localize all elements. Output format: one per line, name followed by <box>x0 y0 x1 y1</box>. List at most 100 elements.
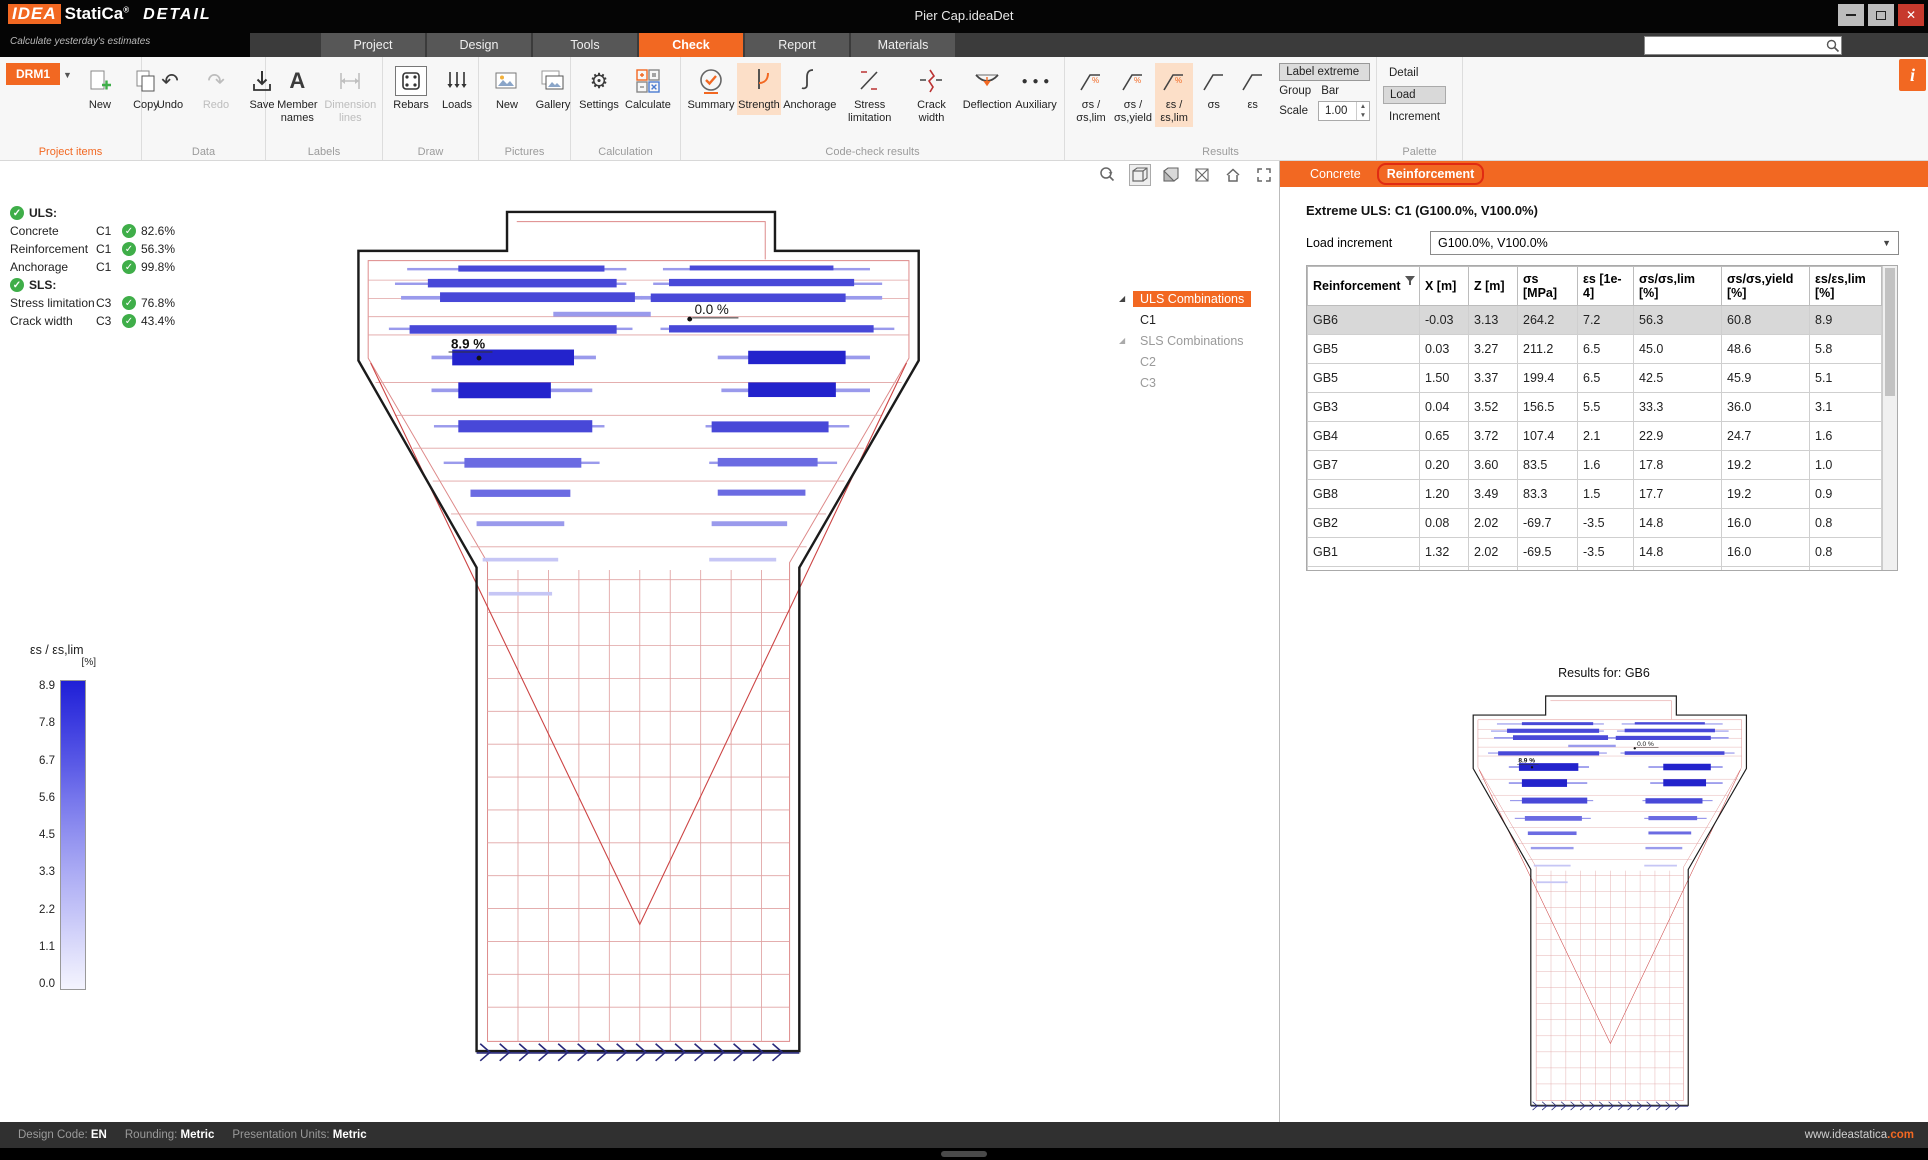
ribbon-tab[interactable]: Tools <box>533 33 637 57</box>
new-project-item-button[interactable]: New <box>78 63 122 115</box>
header-eps-lim[interactable]: εs/εs,lim [%] <box>1810 267 1882 306</box>
scale-tick-label: 7.8 <box>30 717 55 729</box>
table-row[interactable]: GB2 -0.42 3.11 -5.9 -0.3 1.3 1.4 0.1 <box>1308 567 1882 572</box>
fit-view-button[interactable] <box>1253 164 1275 186</box>
tree-item-c3[interactable]: C3 <box>1133 372 1277 393</box>
member-names-button[interactable]: A Member names <box>272 63 323 127</box>
anchorage-check-button[interactable]: Anchorage <box>783 63 837 115</box>
table-row[interactable]: GB8 1.20 3.49 83.3 1.5 17.7 19.2 0.9 <box>1308 480 1882 509</box>
sls-summary-title: ✓ SLS: <box>10 278 175 292</box>
strength-check-button[interactable]: Strength <box>737 63 781 115</box>
tree-item-c1[interactable]: C1 <box>1133 309 1277 330</box>
ribbon-tab[interactable]: Check <box>639 33 743 57</box>
table-row[interactable]: GB7 0.20 3.60 83.5 1.6 17.8 19.2 1.0 <box>1308 451 1882 480</box>
deflection-check-button[interactable]: Deflection <box>962 63 1012 115</box>
sigma-lim-button[interactable]: % σs / σs,lim <box>1071 63 1111 127</box>
close-button[interactable]: ✕ <box>1898 4 1924 26</box>
tab-reinforcement[interactable]: Reinforcement <box>1377 163 1485 185</box>
scale-stepper[interactable]: 1.00 ▲ ▼ <box>1318 101 1370 121</box>
eps-button[interactable]: εs <box>1234 63 1271 115</box>
ribbon-tab[interactable]: Design <box>427 33 531 57</box>
home-icon <box>1224 166 1242 184</box>
auxiliary-button[interactable]: ● ● ● Auxiliary <box>1014 63 1058 115</box>
color-scale-ticks: 8.97.86.75.64.53.32.21.10.0 <box>30 680 60 990</box>
scale-down-icon[interactable]: ▼ <box>1357 111 1369 120</box>
header-sigma-yield[interactable]: σs/σs,yield [%] <box>1722 267 1810 306</box>
bar-toggle[interactable]: Bar <box>1321 85 1339 97</box>
sigma-yield-button[interactable]: % σs / σs,yield <box>1113 63 1153 127</box>
rebars-button[interactable]: Rebars <box>389 63 433 115</box>
table-row[interactable]: GB2 0.08 2.02 -69.7 -3.5 14.8 16.0 0.8 <box>1308 509 1882 538</box>
eps-lim-button[interactable]: % εs / εs,lim <box>1155 63 1193 127</box>
palette-increment-option[interactable]: Increment <box>1383 109 1446 125</box>
minimize-button[interactable] <box>1838 4 1864 26</box>
load-increment-label: Load increment <box>1306 236 1430 250</box>
table-row[interactable]: GB1 1.32 2.02 -69.5 -3.5 14.8 16.0 0.8 <box>1308 538 1882 567</box>
tree-item-sls-combinations[interactable]: ◢ SLS Combinations <box>1119 330 1277 351</box>
settings-button[interactable]: ⚙ Settings <box>577 63 621 115</box>
main-canvas[interactable]: ✓ ULS: Concrete C1 ✓ 82.6% Reinforcement… <box>0 161 1279 1122</box>
search-input[interactable] <box>1645 38 1825 53</box>
info-button[interactable]: i <box>1899 59 1926 91</box>
ribbon-tab[interactable]: Project <box>321 33 425 57</box>
ribbon-tab[interactable]: Materials <box>851 33 955 57</box>
pier-drawing[interactable]: 0.0 % 8.9 % <box>356 208 926 1083</box>
new-picture-button[interactable]: New <box>485 63 529 115</box>
tab-concrete[interactable]: Concrete <box>1302 165 1369 183</box>
zoom-tool[interactable] <box>1098 164 1120 186</box>
rebars-icon <box>395 66 427 96</box>
ribbon-tab[interactable]: Report <box>745 33 849 57</box>
calculate-button[interactable]: Calculate <box>623 63 673 115</box>
dimension-lines-button[interactable]: Dimension lines <box>325 63 376 127</box>
taskbar-handle[interactable] <box>941 1151 987 1157</box>
gallery-button[interactable]: Gallery <box>531 63 575 115</box>
extreme-summary: Extreme ULS: C1 (G100.0%, V100.0%) <box>1306 203 1538 218</box>
project-item-button[interactable]: DRM1 <box>6 63 60 85</box>
wireframe-view-button[interactable] <box>1191 164 1213 186</box>
website-link[interactable]: www.ideastatica.com <box>1805 1129 1914 1141</box>
scale-tick-label: 0.0 <box>30 978 55 990</box>
palette-detail-option[interactable]: Detail <box>1383 65 1446 81</box>
header-eps[interactable]: εs [1e-4] <box>1578 267 1634 306</box>
load-increment-select[interactable]: G100.0%, V100.0% ▼ <box>1430 231 1899 255</box>
redo-button[interactable]: ↷ Redo <box>194 63 238 115</box>
home-view-button[interactable] <box>1222 164 1244 186</box>
tree-item-uls-combinations[interactable]: ◢ ULS Combinations <box>1119 288 1277 309</box>
tree-expanded-icon[interactable]: ◢ <box>1119 336 1129 345</box>
label-extreme-toggle[interactable]: Label extreme <box>1279 63 1370 81</box>
filter-funnel-icon[interactable] <box>1405 276 1415 286</box>
sigma-button[interactable]: σs <box>1195 63 1232 115</box>
header-sigma-lim[interactable]: σs/σs,lim [%] <box>1634 267 1722 306</box>
undo-icon: ↶ <box>161 66 179 96</box>
table-row[interactable]: GB3 0.04 3.52 156.5 5.5 33.3 36.0 3.1 <box>1308 393 1882 422</box>
scrollbar-thumb[interactable] <box>1885 268 1895 396</box>
header-sigma[interactable]: σs [MPa] <box>1518 267 1578 306</box>
axonometry-view-button[interactable] <box>1129 164 1151 186</box>
search-box[interactable] <box>1644 36 1842 55</box>
uls-summary-rows: Concrete C1 ✓ 82.6% Reinforcement C1 ✓ 5… <box>10 224 175 274</box>
maximize-button[interactable] <box>1868 4 1894 26</box>
stress-limitation-check-button[interactable]: Stress limitation <box>839 63 901 127</box>
header-reinforcement[interactable]: Reinforcement <box>1308 267 1420 306</box>
loads-icon <box>444 66 470 96</box>
table-scrollbar[interactable] <box>1882 266 1897 570</box>
scale-up-icon[interactable]: ▲ <box>1357 102 1369 111</box>
summary-check-button[interactable]: Summary <box>687 63 735 115</box>
crack-width-check-button[interactable]: Crack width <box>903 63 961 127</box>
group-label-results: Results <box>1065 146 1376 158</box>
table-row[interactable]: GB6 -0.03 3.13 264.2 7.2 56.3 60.8 8.9 <box>1308 306 1882 335</box>
project-item-dropdown-icon[interactable]: ▼ <box>63 70 72 80</box>
palette-load-option[interactable]: Load <box>1383 86 1446 104</box>
solid-view-button[interactable] <box>1160 164 1182 186</box>
undo-button[interactable]: ↶ Undo <box>148 63 192 115</box>
tree-expanded-icon[interactable]: ◢ <box>1119 294 1129 303</box>
loads-button[interactable]: Loads <box>435 63 479 115</box>
group-toggle[interactable]: Group <box>1279 85 1311 97</box>
header-z[interactable]: Z [m] <box>1469 267 1518 306</box>
header-x[interactable]: X [m] <box>1420 267 1469 306</box>
table-row[interactable]: GB5 1.50 3.37 199.4 6.5 42.5 45.9 5.1 <box>1308 364 1882 393</box>
table-row[interactable]: GB5 0.03 3.27 211.2 6.5 45.0 48.6 5.8 <box>1308 335 1882 364</box>
tree-item-c2[interactable]: C2 <box>1133 351 1277 372</box>
table-row[interactable]: GB4 0.65 3.72 107.4 2.1 22.9 24.7 1.6 <box>1308 422 1882 451</box>
gallery-icon <box>540 66 566 96</box>
